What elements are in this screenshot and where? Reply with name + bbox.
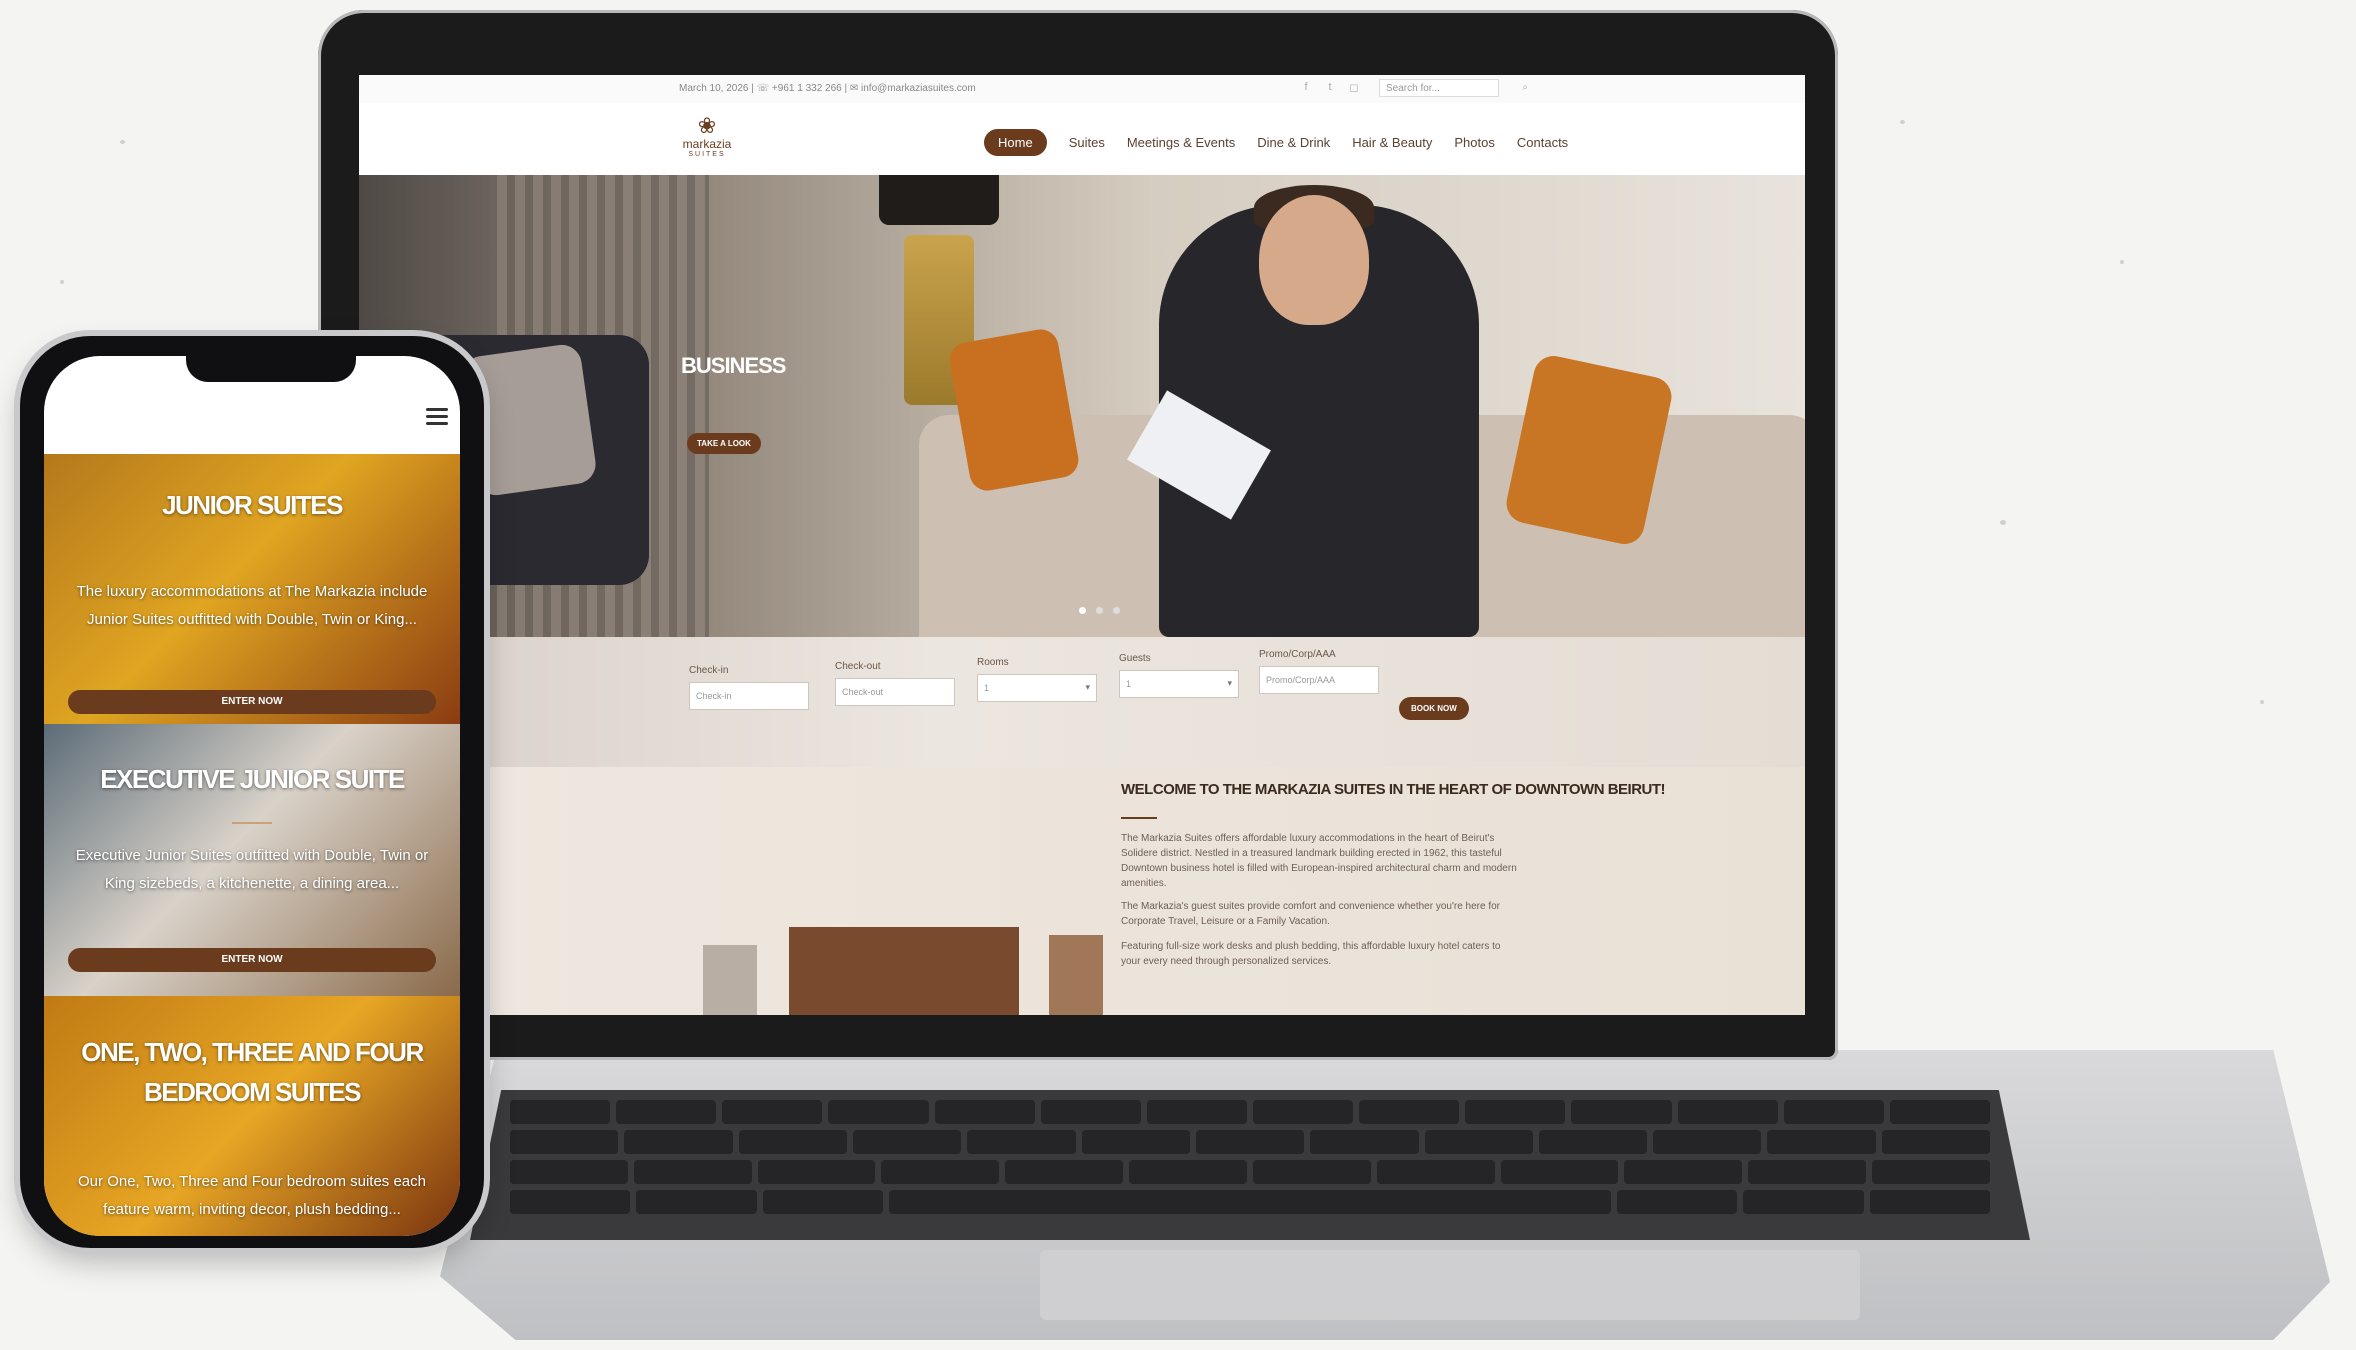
social-links: f t ◻ bbox=[1299, 81, 1361, 95]
checkin-label: Check-in bbox=[689, 665, 729, 676]
checkin-field: Check-in Check-in bbox=[689, 665, 809, 710]
checkout-field: Check-out Check-out bbox=[835, 661, 955, 706]
laptop-trackpad bbox=[1040, 1250, 1860, 1320]
site-topbar: March 10, 2026 | ☏ +961 1 332 266 | ✉ in… bbox=[359, 75, 1805, 104]
panel-executive-junior-suite[interactable]: EXECUTIVE JUNIOR SUITE Executive Junior … bbox=[44, 724, 460, 996]
welcome-paragraph: Featuring full-size work desks and plush… bbox=[1121, 941, 1501, 967]
nav-photos[interactable]: Photos bbox=[1454, 135, 1494, 150]
background-speck bbox=[2120, 260, 2124, 264]
hamburger-menu-icon[interactable] bbox=[426, 408, 448, 429]
enter-now-button[interactable]: ENTER NOW bbox=[68, 948, 436, 972]
take-a-look-button[interactable]: TAKE A LOOK bbox=[687, 433, 761, 454]
rooms-label: Rooms bbox=[977, 657, 1009, 668]
panel-title: JUNIOR SUITES bbox=[162, 490, 343, 520]
instagram-icon[interactable]: ◻ bbox=[1347, 81, 1361, 95]
laptop-keyboard bbox=[470, 1090, 2030, 1240]
slider-dot[interactable] bbox=[1096, 607, 1103, 614]
checkin-placeholder: Check-in bbox=[696, 691, 732, 701]
checkout-placeholder: Check-out bbox=[842, 687, 884, 697]
promo-placeholder: Promo/Corp/AAA bbox=[1266, 675, 1336, 685]
background-speck bbox=[2260, 700, 2264, 704]
welcome-section: WELCOME TO THE MARKAZIA SUITES IN THE HE… bbox=[359, 767, 1805, 1015]
hero-lampshade bbox=[879, 175, 999, 225]
panel-title: EXECUTIVE JUNIOR SUITE bbox=[100, 764, 405, 794]
panel-junior-suites[interactable]: JUNIOR SUITES The luxury accommodations … bbox=[44, 454, 460, 724]
panel-divider bbox=[232, 822, 272, 824]
welcome-paragraph: The Markazia's guest suites provide comf… bbox=[1121, 901, 1501, 927]
welcome-paragraph: The Markazia Suites offers affordable lu… bbox=[1121, 833, 1517, 889]
nav-contacts[interactable]: Contacts bbox=[1517, 135, 1568, 150]
checkout-input[interactable]: Check-out bbox=[835, 678, 955, 706]
gallery-photo[interactable] bbox=[1049, 935, 1103, 1015]
main-nav: Home Suites Meetings & Events Dine & Dri… bbox=[984, 129, 1568, 156]
site-header: ❀ markazia SUITES Home Suites Meetings &… bbox=[359, 103, 1805, 175]
hero-slider: BUSINESS TAKE A LOOK bbox=[359, 175, 1805, 637]
background-speck bbox=[2000, 520, 2006, 525]
checkout-label: Check-out bbox=[835, 661, 881, 672]
contact-info: March 10, 2026 | ☏ +961 1 332 266 | ✉ in… bbox=[679, 83, 976, 94]
guests-value: 1 bbox=[1126, 679, 1132, 689]
nav-dine-drink[interactable]: Dine & Drink bbox=[1257, 135, 1330, 150]
promo-label: Promo/Corp/AAA bbox=[1259, 649, 1336, 660]
gallery-photo[interactable] bbox=[789, 927, 1019, 1015]
gallery-photo[interactable] bbox=[703, 945, 757, 1015]
nav-home[interactable]: Home bbox=[984, 129, 1047, 156]
background-speck bbox=[1900, 120, 1905, 124]
nav-suites[interactable]: Suites bbox=[1069, 135, 1105, 150]
search-input[interactable]: Search for... ⌕ bbox=[1379, 79, 1528, 97]
guests-select[interactable]: 1 ▾ bbox=[1119, 670, 1239, 698]
search-placeholder: Search for... bbox=[1386, 83, 1440, 94]
slider-dot[interactable] bbox=[1079, 607, 1086, 614]
search-icon[interactable]: ⌕ bbox=[1522, 82, 1528, 93]
welcome-divider bbox=[1121, 817, 1157, 819]
facebook-icon[interactable]: f bbox=[1299, 81, 1313, 95]
background-speck bbox=[120, 140, 125, 144]
nav-hair-beauty[interactable]: Hair & Beauty bbox=[1352, 135, 1432, 150]
phone-notch bbox=[186, 342, 356, 382]
panel-text: Executive Junior Suites outfitted with D… bbox=[75, 847, 429, 892]
hero-person-head bbox=[1259, 195, 1369, 325]
logo-name: markazia bbox=[682, 137, 732, 151]
logo-mark-icon: ❀ bbox=[697, 113, 717, 138]
twitter-icon[interactable]: t bbox=[1323, 81, 1337, 95]
book-now-button[interactable]: BOOK NOW bbox=[1399, 697, 1469, 720]
rooms-select[interactable]: 1 ▾ bbox=[977, 674, 1097, 702]
chevron-down-icon: ▾ bbox=[1227, 678, 1232, 688]
panel-text: The luxury accommodations at The Markazi… bbox=[76, 583, 428, 628]
site-logo[interactable]: ❀ markazia SUITES bbox=[677, 113, 737, 159]
laptop-screen: March 10, 2026 | ☏ +961 1 332 266 | ✉ in… bbox=[359, 75, 1805, 1015]
checkin-input[interactable]: Check-in bbox=[689, 682, 809, 710]
panel-text: Our One, Two, Three and Four bedroom sui… bbox=[78, 1173, 426, 1218]
welcome-title: WELCOME TO THE MARKAZIA SUITES IN THE HE… bbox=[1121, 781, 1666, 798]
slider-dots bbox=[1079, 607, 1120, 614]
logo-sub: SUITES bbox=[688, 151, 726, 158]
promo-field: Promo/Corp/AAA Promo/Corp/AAA bbox=[1259, 649, 1379, 694]
guests-field: Guests 1 ▾ bbox=[1119, 653, 1239, 698]
guests-label: Guests bbox=[1119, 653, 1151, 664]
panel-bedroom-suites[interactable]: ONE, TWO, THREE AND FOUR BEDROOM SUITES … bbox=[44, 996, 460, 1236]
phone-screen: JUNIOR SUITES The luxury accommodations … bbox=[44, 356, 460, 1236]
panel-title: ONE, TWO, THREE AND FOUR BEDROOM SUITES bbox=[81, 1037, 424, 1107]
promo-input[interactable]: Promo/Corp/AAA bbox=[1259, 666, 1379, 694]
chevron-down-icon: ▾ bbox=[1085, 682, 1090, 692]
booking-form: Check-in Check-in Check-out Check-out Ro… bbox=[359, 637, 1805, 767]
background-speck bbox=[60, 280, 64, 284]
rooms-value: 1 bbox=[984, 683, 990, 693]
enter-now-button[interactable]: ENTER NOW bbox=[68, 690, 436, 714]
slider-dot[interactable] bbox=[1113, 607, 1120, 614]
rooms-field: Rooms 1 ▾ bbox=[977, 657, 1097, 702]
nav-meetings-events[interactable]: Meetings & Events bbox=[1127, 135, 1235, 150]
hero-title: BUSINESS bbox=[681, 353, 786, 378]
